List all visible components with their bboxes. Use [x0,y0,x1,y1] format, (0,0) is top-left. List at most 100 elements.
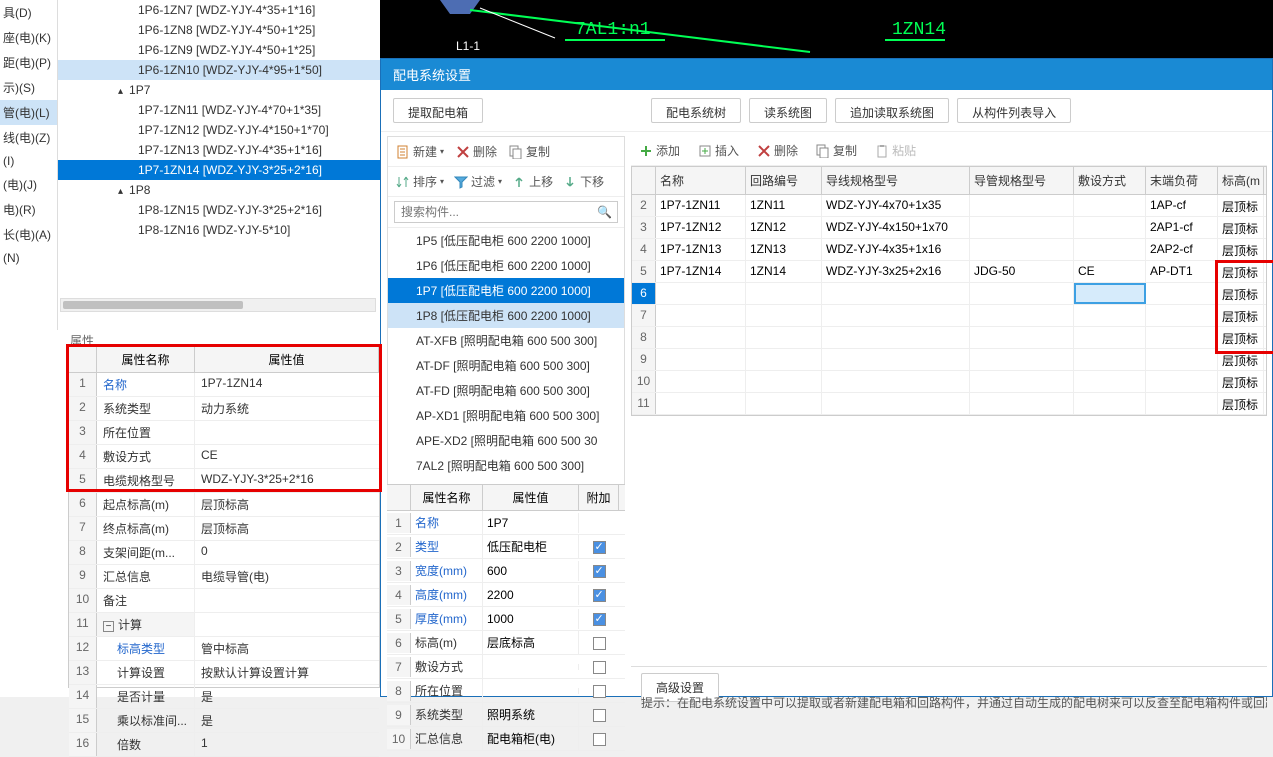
search-input[interactable] [394,201,618,223]
grid-col-header[interactable]: 回路编号 [746,167,822,194]
grid-cell[interactable] [1146,327,1218,348]
side-category[interactable]: 具(D) [0,0,57,25]
grid-cell[interactable]: 1P7-1ZN12 [656,217,746,238]
tool-删除[interactable]: 删除 [757,142,798,159]
tree-item[interactable]: 1P7-1ZN14 [WDZ-YJY-3*25+2*16] [58,160,380,180]
grid-cell[interactable] [1074,283,1146,304]
tool-复制[interactable]: 复制 [509,143,550,160]
prop-value[interactable]: 层顶标高 [195,493,379,516]
grid-cell[interactable]: 层顶标 [1218,349,1264,370]
component-item[interactable]: 1P6 [低压配电柜 600 2200 1000] [388,253,624,278]
grid-cell[interactable] [822,327,970,348]
grid-cell[interactable] [822,349,970,370]
grid-cell[interactable]: WDZ-YJY-4x35+1x16 [822,239,970,260]
grid-cell[interactable] [656,327,746,348]
side-category[interactable]: 示)(S) [0,75,57,100]
grid-cell[interactable] [656,305,746,326]
toolbar-button[interactable]: 提取配电箱 [393,98,483,123]
grid-cell[interactable]: 1ZN13 [746,239,822,260]
component-item[interactable]: 7AL2 [照明配电箱 600 500 300] [388,453,624,478]
prop-value[interactable]: 1P7-1ZN14 [195,373,379,396]
grid-cell[interactable] [746,283,822,304]
grid-cell[interactable] [1146,371,1218,392]
grid-cell[interactable] [822,371,970,392]
side-category[interactable]: (电)(J) [0,172,57,197]
tree-item[interactable]: 1P6-1ZN9 [WDZ-YJY-4*50+1*25] [58,40,380,60]
grid-cell[interactable]: 1P7-1ZN14 [656,261,746,282]
grid-cell[interactable]: 层顶标 [1218,327,1264,348]
side-category[interactable]: 管(电)(L) [0,100,57,125]
grid-cell[interactable] [1074,393,1146,414]
tool-过滤[interactable]: 过滤 ▾ [454,173,502,190]
grid-cell[interactable] [746,327,822,348]
grid-cell[interactable] [970,239,1074,260]
grid-cell[interactable] [970,283,1074,304]
tree-item[interactable]: 1P7-1ZN12 [WDZ-YJY-4*150+1*70] [58,120,380,140]
grid-cell[interactable]: 层顶标 [1218,283,1264,304]
tool-排序[interactable]: 排序 ▾ [396,173,444,190]
side-category[interactable]: (N) [0,247,57,269]
grid-col-header[interactable]: 名称 [656,167,746,194]
prop-value[interactable]: 管中标高 [195,637,379,660]
grid-cell[interactable] [656,349,746,370]
grid-cell[interactable] [822,393,970,414]
prop-value[interactable] [195,421,379,444]
component-item[interactable]: 1P5 [低压配电柜 600 2200 1000] [388,228,624,253]
prop-value[interactable]: 是 [195,709,379,732]
tool-删除[interactable]: 删除 [456,143,497,160]
grid-cell[interactable] [1074,371,1146,392]
grid-cell[interactable]: 1P7-1ZN11 [656,195,746,216]
grid-cell[interactable] [1074,327,1146,348]
grid-cell[interactable] [1146,283,1218,304]
grid-cell[interactable]: 1AP-cf [1146,195,1218,216]
toolbar-button[interactable]: 配电系统树 [651,98,741,123]
toolbar-button[interactable]: 读系统图 [749,98,827,123]
toolbar-button[interactable]: 追加读取系统图 [835,98,949,123]
grid-cell[interactable] [746,349,822,370]
grid-cell[interactable]: WDZ-YJY-3x25+2x16 [822,261,970,282]
tool-复制[interactable]: 复制 [816,142,857,159]
grid-cell[interactable]: 层顶标 [1218,195,1264,216]
tool-新建[interactable]: 新建 ▾ [396,143,444,160]
grid-cell[interactable] [970,393,1074,414]
grid-cell[interactable] [1146,393,1218,414]
grid-cell[interactable] [1074,217,1146,238]
grid-col-header[interactable]: 敷设方式 [1074,167,1146,194]
component-item[interactable]: AT-XFB [照明配电箱 600 500 300] [388,328,624,353]
side-category[interactable]: (I) [0,150,57,172]
grid-cell[interactable]: 层顶标 [1218,305,1264,326]
grid-col-header[interactable]: 导管规格型号 [970,167,1074,194]
tool-添加[interactable]: 添加 [639,142,680,159]
prop-value[interactable] [195,613,379,636]
grid-cell[interactable]: 层顶标 [1218,393,1264,414]
grid-col-header[interactable]: 末端负荷 [1146,167,1218,194]
prop-value[interactable]: CE [195,445,379,468]
tree-item[interactable]: 1P6-1ZN7 [WDZ-YJY-4*35+1*16] [58,0,380,20]
tree-item[interactable]: 1P8-1ZN16 [WDZ-YJY-5*10] [58,220,380,240]
prop-value[interactable]: 1 [195,733,379,756]
grid-cell[interactable] [656,393,746,414]
grid-cell[interactable]: 1ZN14 [746,261,822,282]
grid-cell[interactable] [746,305,822,326]
side-category[interactable]: 距(电)(P) [0,50,57,75]
component-item[interactable]: AT-DF [照明配电箱 600 500 300] [388,353,624,378]
search-icon[interactable]: 🔍 [597,205,612,219]
tree-item[interactable]: 1P6-1ZN10 [WDZ-YJY-4*95+1*50] [58,60,380,80]
grid-col-header[interactable]: 导线规格型号 [822,167,970,194]
tool-插入[interactable]: 插入 [698,142,739,159]
prop-value[interactable]: WDZ-YJY-3*25+2*16 [195,469,379,492]
grid-cell[interactable]: JDG-50 [970,261,1074,282]
grid-cell[interactable] [1074,305,1146,326]
grid-cell[interactable]: 层顶标 [1218,217,1264,238]
component-item[interactable]: AP-XD1 [照明配电箱 600 500 300] [388,403,624,428]
side-category[interactable]: 座(电)(K) [0,25,57,50]
grid-col-header[interactable]: 标高(m [1218,167,1264,194]
grid-cell[interactable] [970,371,1074,392]
grid-cell[interactable]: 1P7-1ZN13 [656,239,746,260]
grid-cell[interactable] [1074,239,1146,260]
cad-canvas[interactable]: L1-1 7AL1:n1 1ZN14 [380,0,1273,58]
prop-value[interactable]: 按默认计算设置计算 [195,661,379,684]
grid-cell[interactable]: WDZ-YJY-4x70+1x35 [822,195,970,216]
tool-上移[interactable]: 上移 [512,173,553,190]
tree-item[interactable]: 1P8 [58,180,380,200]
